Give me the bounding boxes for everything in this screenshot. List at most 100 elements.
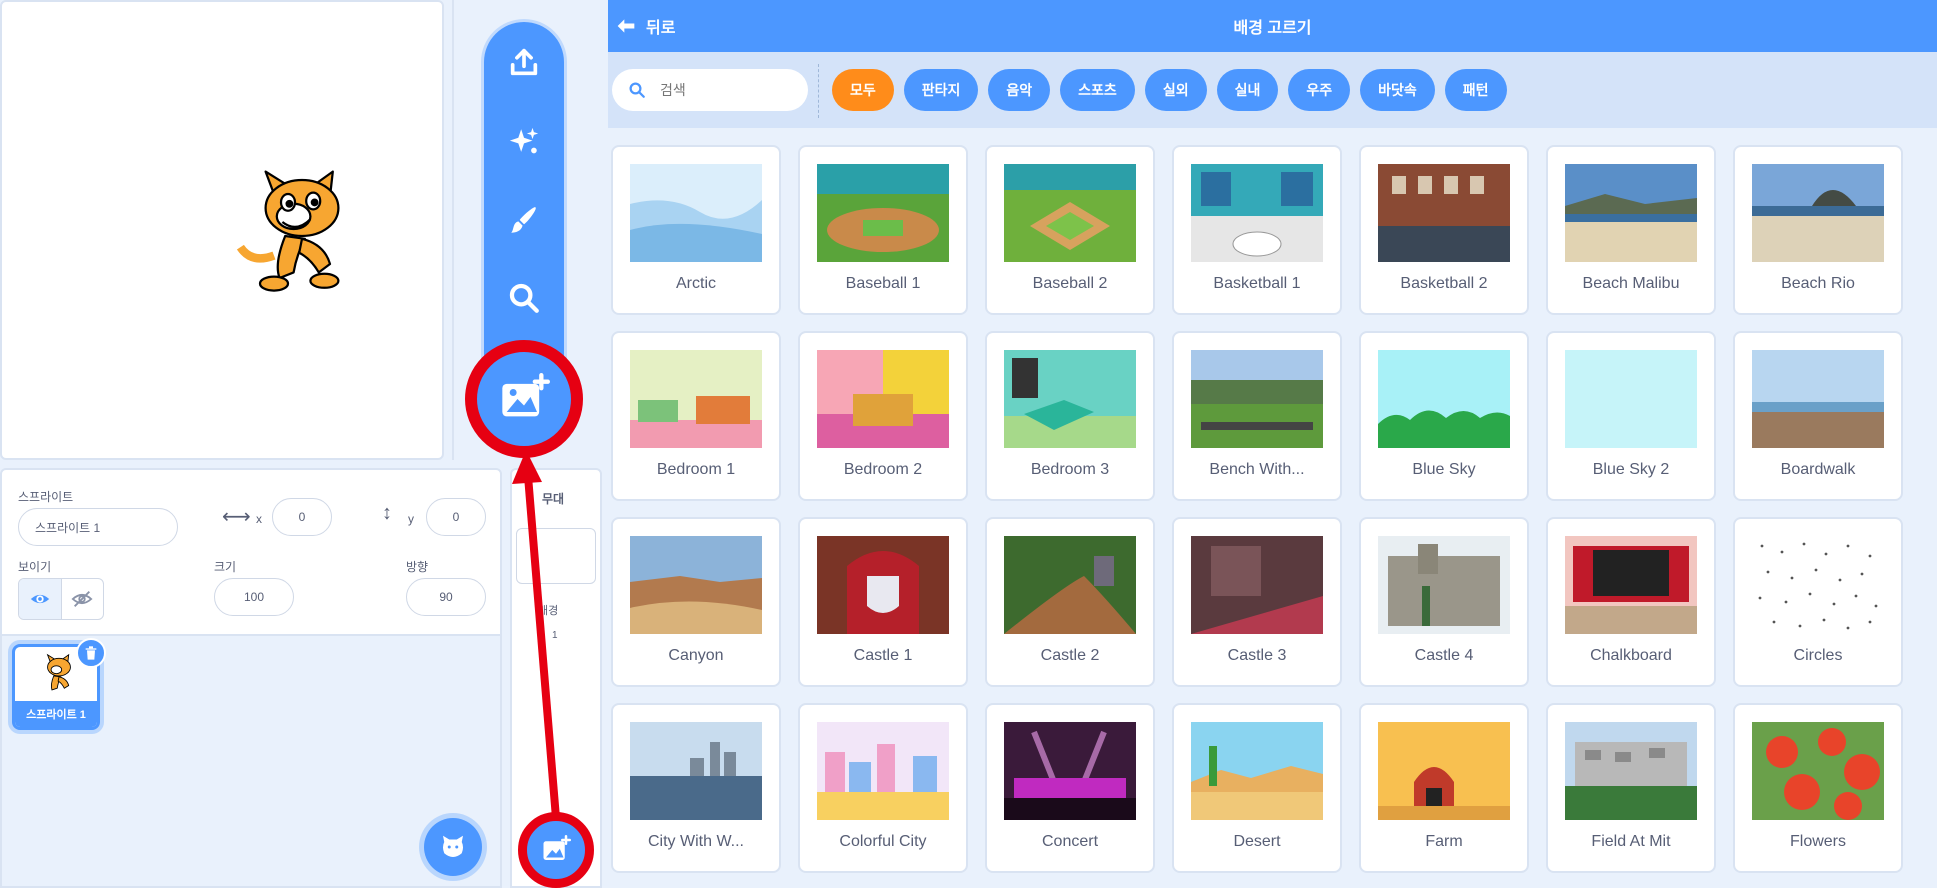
backdrop-label: Blue Sky: [1412, 461, 1476, 478]
x-label: x: [256, 512, 262, 526]
choose-backdrop-button[interactable]: [518, 812, 594, 888]
upload-backdrop-button[interactable]: [484, 32, 564, 92]
backdrop-card[interactable]: Beach Malibu: [1546, 145, 1716, 315]
tag-filter-6[interactable]: 우주: [1288, 69, 1351, 111]
choose-backdrop-search-button[interactable]: [484, 268, 564, 328]
backdrop-card[interactable]: Castle 4: [1359, 517, 1529, 687]
backdrop-label: Arctic: [676, 275, 716, 292]
backdrop-card[interactable]: Flowers: [1733, 703, 1903, 873]
tag-filter-7[interactable]: 바닷속: [1360, 69, 1435, 111]
backdrop-label: Desert: [1233, 833, 1281, 850]
backdrop-card[interactable]: Concert: [985, 703, 1155, 873]
cat-add-icon: [443, 835, 463, 857]
backdrop-thumbnail: [1565, 164, 1697, 262]
backdrop-label: Bedroom 1: [656, 461, 736, 478]
sprite-info-pane: 스프라이트 스프라이트 1 ⟷ x 0 ↕ y 0 보이기 크기 100 방향 …: [0, 468, 502, 636]
backdrop-card[interactable]: Boardwalk: [1733, 331, 1903, 501]
eye-slash-icon: [71, 591, 93, 607]
backdrop-label: Bedroom 2: [843, 461, 923, 478]
search-box[interactable]: [612, 69, 808, 111]
backdrops-count: 1: [552, 630, 558, 641]
backdrop-label: Beach Rio: [1781, 275, 1855, 292]
backdrop-card[interactable]: Bench With...: [1172, 331, 1342, 501]
tag-filter-5[interactable]: 실내: [1216, 69, 1279, 111]
size-input[interactable]: 100: [214, 578, 294, 616]
backdrop-card[interactable]: Arctic: [611, 145, 781, 315]
x-position-input[interactable]: 0: [272, 498, 332, 536]
backdrops-label: 배경: [538, 605, 559, 617]
backdrop-card[interactable]: Castle 2: [985, 517, 1155, 687]
backdrop-label: Basketball 2: [1400, 275, 1488, 292]
backdrop-thumbnail: [1378, 350, 1510, 448]
hide-sprite-button[interactable]: [62, 579, 104, 619]
backdrop-label: Beach Malibu: [1582, 275, 1680, 292]
backdrop-card[interactable]: Blue Sky 2: [1546, 331, 1716, 501]
backdrop-library: 뒤로 배경 고르기 모두판타지음악스포츠실외실내우주바닷속패턴 Arctic Ba…: [608, 0, 1937, 888]
sprite-name-input[interactable]: 스프라이트 1: [18, 508, 178, 546]
delete-sprite-button[interactable]: [76, 638, 106, 668]
backdrop-label: Circles: [1793, 647, 1843, 664]
backdrop-card[interactable]: Blue Sky: [1359, 331, 1529, 501]
arrow-left-icon: [617, 19, 635, 33]
backdrop-card[interactable]: Bedroom 3: [985, 331, 1155, 501]
backdrop-card[interactable]: Circles: [1733, 517, 1903, 687]
tag-filter-8[interactable]: 패턴: [1444, 69, 1507, 111]
backdrop-thumbnail: [1378, 536, 1510, 634]
surprise-backdrop-button[interactable]: [484, 112, 564, 172]
cat-sprite-thumbnail-icon: [46, 653, 71, 691]
choose-sprite-button[interactable]: [424, 818, 482, 876]
stage-thumbnail[interactable]: [516, 528, 596, 584]
library-header: 뒤로 배경 고르기: [608, 0, 1937, 52]
backdrop-card[interactable]: Castle 3: [1172, 517, 1342, 687]
backdrop-thumbnail: [1752, 350, 1884, 448]
stage-canvas[interactable]: [0, 0, 444, 460]
backdrop-popup-menu: [484, 22, 564, 372]
tag-filter-2[interactable]: 음악: [988, 69, 1051, 111]
search-icon: [629, 82, 645, 98]
backdrop-card[interactable]: Desert: [1172, 703, 1342, 873]
tag-filter-0[interactable]: 모두: [832, 69, 894, 111]
backdrop-thumbnail: [1378, 722, 1510, 820]
upload-icon: [510, 48, 538, 76]
backdrop-card[interactable]: Castle 1: [798, 517, 968, 687]
tag-filter-1[interactable]: 판타지: [903, 69, 979, 111]
backdrop-thumbnail: [1004, 722, 1136, 820]
back-button[interactable]: 뒤로: [616, 0, 675, 52]
surprise-icon: [509, 127, 539, 154]
choose-backdrop-highlighted-button[interactable]: [465, 340, 583, 458]
backdrop-label: Bedroom 3: [1030, 461, 1110, 478]
show-sprite-button[interactable]: [19, 579, 62, 619]
horizontal-arrow-icon: ⟷: [222, 506, 251, 528]
backdrop-card[interactable]: Bedroom 2: [798, 331, 968, 501]
tag-filter-4[interactable]: 실외: [1144, 69, 1207, 111]
backdrop-label: Field At Mit: [1591, 833, 1671, 850]
backdrop-card[interactable]: Chalkboard: [1546, 517, 1716, 687]
show-label: 보이기: [18, 560, 52, 574]
backdrop-thumbnail: [1004, 350, 1136, 448]
backdrop-thumbnail: [1752, 164, 1884, 262]
backdrop-card[interactable]: City With W...: [611, 703, 781, 873]
cat-sprite-icon[interactable]: [232, 166, 372, 306]
size-label: 크기: [214, 560, 237, 574]
backdrop-card[interactable]: Beach Rio: [1733, 145, 1903, 315]
y-position-input[interactable]: 0: [426, 498, 486, 536]
backdrop-card[interactable]: Field At Mit: [1546, 703, 1716, 873]
backdrop-card[interactable]: Colorful City: [798, 703, 968, 873]
backdrop-thumbnail: [817, 536, 949, 634]
backdrop-card[interactable]: Bedroom 1: [611, 331, 781, 501]
tag-filter-3[interactable]: 스포츠: [1060, 69, 1135, 111]
backdrop-card[interactable]: Basketball 1: [1172, 145, 1342, 315]
backdrop-card[interactable]: Farm: [1359, 703, 1529, 873]
y-label: y: [408, 512, 414, 526]
backdrop-card[interactable]: Basketball 2: [1359, 145, 1529, 315]
backdrop-thumbnail: [817, 722, 949, 820]
backdrop-card[interactable]: Canyon: [611, 517, 781, 687]
backdrop-thumbnail: [817, 350, 949, 448]
direction-input[interactable]: 90: [406, 578, 486, 616]
sprite-name-label: 스프라이트: [18, 490, 74, 504]
search-input[interactable]: [660, 82, 780, 98]
paint-backdrop-button[interactable]: [484, 190, 564, 250]
backdrop-thumbnail: [1191, 536, 1323, 634]
backdrop-card[interactable]: Baseball 1: [798, 145, 968, 315]
backdrop-card[interactable]: Baseball 2: [985, 145, 1155, 315]
